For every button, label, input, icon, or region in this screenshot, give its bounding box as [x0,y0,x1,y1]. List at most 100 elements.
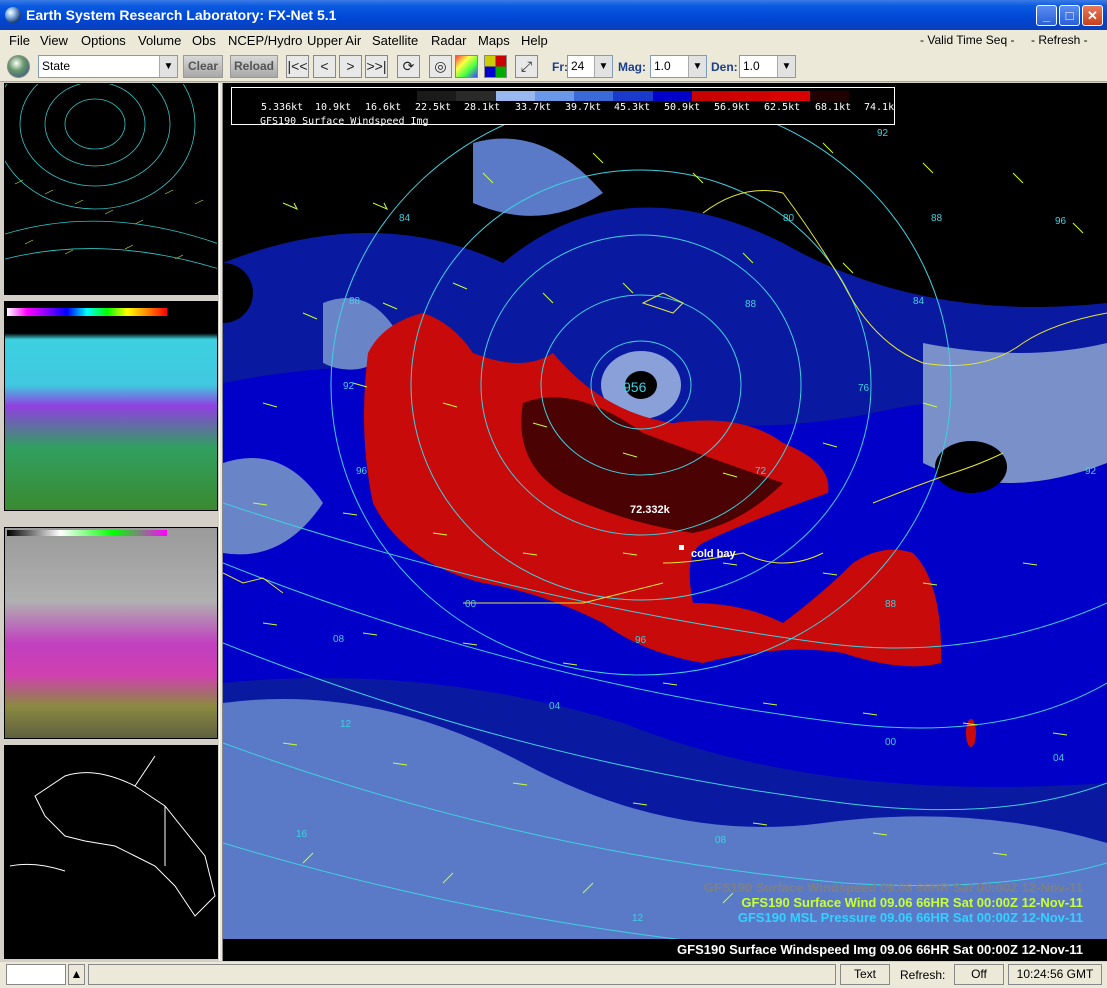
legend-label: 62.5kt [764,102,801,113]
toolbar: State ▼ Clear Reload |<< < > >>| ⟳ ◎ ⤢ F… [0,52,1107,82]
menu-file[interactable]: File [9,33,30,48]
window-title: Earth System Research Laboratory: FX-Net… [26,7,337,23]
density-value: 1.0 [743,59,760,73]
valid-time-seq-button[interactable]: - Valid Time Seq - [920,33,1014,47]
legend-swatch [456,91,496,101]
isobar-label: 08 [333,634,345,645]
chevron-down-icon: ▼ [688,56,706,77]
windspeed-legend: 5.336kt 10.9kt 16.6kt 22.5kt 28.1kt 33.7… [231,87,895,127]
clear-button[interactable]: Clear [183,55,223,78]
close-button[interactable]: ✕ [1082,5,1103,26]
status-message [88,964,836,985]
menu-options[interactable]: Options [81,33,126,48]
fxnet-window: Earth System Research Laboratory: FX-Net… [0,0,1107,988]
isobar-label: 92 [877,128,889,139]
legend-label: 50.9kt [664,102,701,113]
chevron-down-icon: ▼ [159,56,177,77]
isobar-label: 96 [356,466,368,477]
overlay-pressure-label: GFS190 MSL Pressure 09.06 66HR Sat 00:00… [737,910,1083,925]
isobar-label: 92 [1085,466,1097,477]
isobar-label: 88 [745,299,757,310]
image-caption-bar: GFS190 Surface Windspeed Img 09.06 66HR … [223,939,1107,961]
thumbnail-alaska-map[interactable] [4,745,218,959]
thumbnail-temperature[interactable] [4,301,218,511]
legend-label: 22.5kt [415,102,452,113]
globe-icon[interactable] [7,55,30,78]
loop-icon[interactable]: ⟳ [397,55,420,78]
legend-label: 10.9kt [315,102,352,113]
fr-label: Fr: [552,60,568,74]
menu-obs[interactable]: Obs [192,33,216,48]
refresh-menu-button[interactable]: - Refresh - [1031,33,1088,47]
prev-frame-icon[interactable]: < [313,55,336,78]
text-button[interactable]: Text [840,964,890,985]
thumbnail-alaska-outline [9,755,216,917]
density-select[interactable]: 1.0 ▼ [739,55,796,78]
isobar-label: 92 [343,381,355,392]
isobar-label: 16 [296,829,308,840]
isobar-label: 12 [632,913,644,924]
last-frame-icon[interactable]: >>| [365,55,388,78]
legend-label: 68.1kt [815,102,852,113]
isobar-label: 84 [913,296,925,307]
magnification-select[interactable]: 1.0 ▼ [650,55,707,78]
status-scroll-button[interactable]: ▲ [68,964,85,985]
rock-icon[interactable]: ◎ [429,55,452,78]
menu-radar[interactable]: Radar [431,33,466,48]
legend-swatch [495,91,535,101]
minimize-button[interactable]: _ [1036,5,1057,26]
frame-count-select[interactable]: 24 ▼ [567,55,613,78]
scale-select[interactable]: State ▼ [38,55,178,78]
sample-icon[interactable] [484,55,507,78]
thumbnail-wind-pressure[interactable] [4,83,218,295]
status-input[interactable] [6,964,66,985]
mag-label: Mag: [618,60,646,74]
menu-volume[interactable]: Volume [138,33,181,48]
legend-label: 33.7kt [515,102,552,113]
legend-title: GFS190 Surface Windspeed Img [260,116,429,127]
isobar-label: 00 [465,599,477,610]
overlay-windspeed-label: GFS190 Surface Windspeed 09.06 66HR Sat … [703,880,1083,895]
legend-swatch [574,91,614,101]
legend-swatch [417,91,457,101]
legend-label: 5.336kt [261,102,304,113]
legend-swatch [770,91,810,101]
legend-swatch [652,91,692,101]
isobar-label: 72 [755,466,767,477]
menu-help[interactable]: Help [521,33,548,48]
main-map-view[interactable]: 5.336kt 10.9kt 16.6kt 22.5kt 28.1kt 33.7… [223,83,1107,961]
legend-label: 39.7kt [565,102,602,113]
thumbnail-colorbar [7,530,167,536]
menu-upper-air[interactable]: Upper Air [307,33,361,48]
legend-label: 74.1kt [864,102,894,113]
legend-swatch [809,91,849,101]
legend-label: 56.9kt [714,102,751,113]
menu-bar: File View Options Volume Obs NCEP/Hydro … [0,30,1107,52]
isobar-label: 88 [885,599,897,610]
color-table-icon[interactable] [455,55,478,78]
zoom-icon[interactable]: ⤢ [515,55,538,78]
menu-view[interactable]: View [40,33,68,48]
maximize-button[interactable]: □ [1059,5,1080,26]
isobar-label: 96 [635,635,647,646]
menu-maps[interactable]: Maps [478,33,510,48]
thumbnail-satellite[interactable] [4,527,218,739]
isobar-label: 84 [399,213,411,224]
first-frame-icon[interactable]: |<< [286,55,309,78]
legend-label: 16.6kt [365,102,402,113]
thumbnail-wind-pressure-map [5,84,217,269]
next-frame-icon[interactable]: > [339,55,362,78]
isobar-label: 12 [340,719,352,730]
refresh-toggle[interactable]: Off [954,964,1004,985]
menu-satellite[interactable]: Satellite [372,33,418,48]
windspeed-image [223,83,1107,961]
menu-ncep-hydro[interactable]: NCEP/Hydro [228,33,302,48]
status-bar: ▲ Text Refresh: Off 10:24:56 GMT [0,962,1107,988]
chevron-down-icon: ▼ [777,56,795,77]
title-bar[interactable]: Earth System Research Laboratory: FX-Net… [0,0,1107,30]
legend-label: 45.3kt [614,102,651,113]
station-label: cold bay [691,548,736,560]
thumbnail-colorbar [7,308,167,316]
reload-button[interactable]: Reload [230,55,278,78]
overlay-wind-label: GFS190 Surface Wind 09.06 66HR Sat 00:00… [741,895,1083,910]
